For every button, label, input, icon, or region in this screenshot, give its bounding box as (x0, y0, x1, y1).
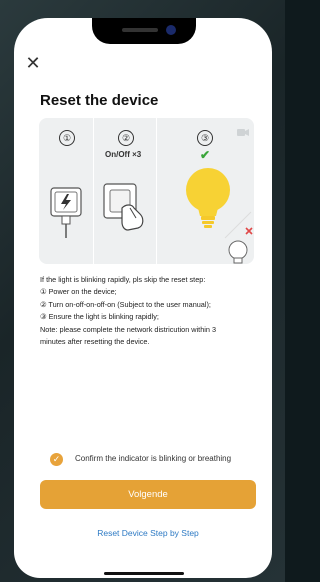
video-icon[interactable] (237, 128, 249, 137)
instruction-line: ③ Ensure the light is blinking rapidly; (40, 312, 159, 322)
step-number-1: ① (59, 130, 75, 146)
page-title: Reset the device (40, 92, 159, 109)
instruction-line: minutes after resetting the device. (40, 337, 150, 347)
step-panel-1: ① (39, 118, 93, 264)
home-indicator (104, 572, 184, 575)
reset-step-by-step-link[interactable]: Reset Device Step by Step (40, 528, 256, 538)
camera (166, 25, 176, 35)
close-icon[interactable]: ✕ (24, 54, 42, 72)
step-panel-2: ② On/Off ×3 (94, 118, 156, 264)
instruction-line: Note: please complete the network distri… (40, 324, 217, 334)
instruction-line: ② Turn on-off-on-off-on (Subject to the … (40, 299, 211, 309)
power-plug-icon (50, 187, 82, 238)
confirm-label[interactable]: Confirm the indicator is blinking or bre… (75, 454, 231, 463)
reset-illustration: ① ② On/Off ×3 ③ ✔ (39, 118, 254, 264)
speaker (122, 28, 158, 32)
instruction-line: If the light is blinking rapidly, pls sk… (40, 275, 206, 284)
step-label-2: On/Off ×3 (105, 150, 142, 159)
step-panel-3: ③ ✔ (157, 118, 254, 264)
notch (92, 18, 196, 44)
instruction-line: ① Power on the device; (40, 287, 117, 297)
confirm-checkbox[interactable]: ✓ (50, 453, 63, 466)
next-button[interactable]: Volgende (40, 480, 256, 509)
wall-switch-icon (103, 183, 144, 231)
lightbulb-off-icon (224, 211, 253, 264)
instructions-text: If the light is blinking rapidly, pls sk… (40, 274, 266, 348)
step-number-3: ③ (197, 130, 213, 146)
checkmark-icon: ✔ (200, 148, 211, 162)
app-screen: ✕ Reset the device ① ② On/Off ×3 ③ ✔ If … (14, 18, 272, 578)
step-number-2: ② (118, 130, 134, 146)
cross-icon (245, 227, 253, 235)
